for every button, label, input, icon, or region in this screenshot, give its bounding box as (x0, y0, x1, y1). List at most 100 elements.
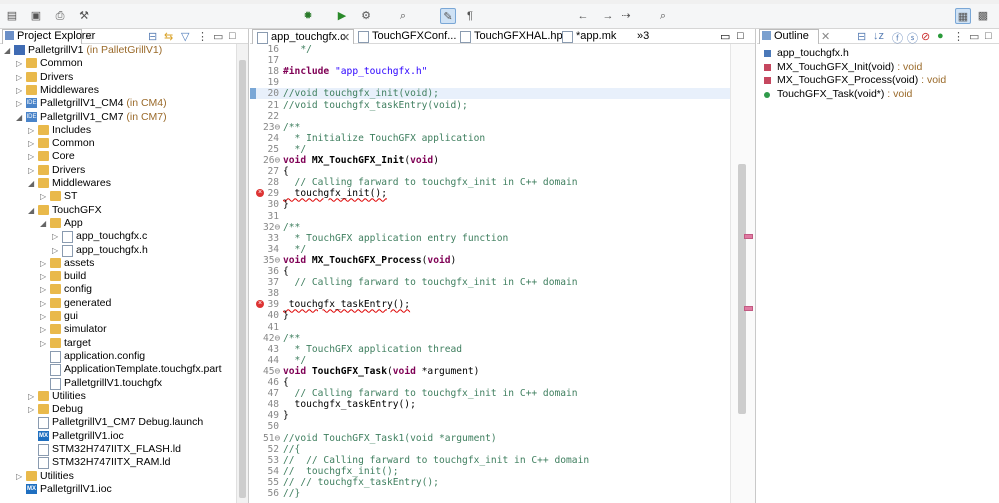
code-line[interactable]: 22 (250, 111, 731, 122)
code-line[interactable]: 54 // touchgfx_init(); (250, 466, 731, 477)
maximize-icon[interactable]: □ (985, 30, 992, 42)
debug-icon[interactable]: ✹ (300, 8, 316, 24)
code-line[interactable]: 45⊖ void TouchGFX_Task(void *argument) (250, 366, 731, 377)
minimize-icon[interactable]: ▭ (969, 30, 979, 43)
code-line[interactable]: 16 */ (250, 44, 731, 55)
code-line[interactable]: × 29 touchgfx_init(); (250, 188, 731, 199)
editor-tab[interactable]: app_touchgfx.c ✕ (252, 29, 354, 44)
collapsed-chevron-icon[interactable]: ▷ (40, 283, 48, 296)
collapsed-chevron-icon[interactable]: ▷ (16, 97, 24, 110)
code-line[interactable]: 37 // Calling farward to touchgfx_init i… (250, 277, 731, 288)
collapsed-chevron-icon[interactable]: ▷ (28, 390, 36, 403)
outline-item[interactable]: TouchGFX_Task(void*) : void (764, 88, 912, 101)
collapsed-chevron-icon[interactable]: ▷ (28, 403, 36, 416)
code-line[interactable]: 21 //void touchgfx_taskEntry(void); (250, 100, 731, 111)
new-icon[interactable]: ▤ (4, 8, 20, 24)
code-line[interactable]: 56 //} (250, 488, 731, 499)
editor-tab[interactable]: *app.mk (558, 29, 618, 43)
collapsed-chevron-icon[interactable]: ▷ (28, 137, 36, 150)
expanded-chevron-icon[interactable]: ◢ (16, 111, 24, 124)
collapsed-chevron-icon[interactable]: ▷ (40, 270, 48, 283)
collapsed-chevron-icon[interactable]: ▷ (16, 71, 24, 84)
code-line[interactable]: 42⊖/** (250, 333, 731, 344)
code-line[interactable]: 28 // Calling farward to touchgfx_init i… (250, 177, 731, 188)
code-line[interactable]: 41 (250, 322, 731, 333)
code-line[interactable]: 44 */ (250, 355, 731, 366)
code-line[interactable]: 49} (250, 410, 731, 421)
collapsed-chevron-icon[interactable]: ▷ (40, 337, 48, 350)
close-tab-icon[interactable]: ✕ (341, 31, 350, 44)
collapsed-chevron-icon[interactable]: ▷ (28, 164, 36, 177)
code-line[interactable]: 34 */ (250, 244, 731, 255)
expanded-chevron-icon[interactable]: ◢ (28, 204, 36, 217)
perspective-c-icon[interactable]: ▩ (975, 8, 991, 24)
code-line[interactable]: 35⊖ void MX_TouchGFX_Process(void) (250, 255, 731, 266)
outline-item[interactable]: app_touchgfx.h (764, 47, 849, 60)
quick-access-icon[interactable]: ⌕ (655, 8, 671, 24)
editor-tab[interactable]: TouchGFXHAL.hpp (456, 29, 569, 43)
close-view-icon[interactable]: ✕ (821, 30, 830, 43)
outline-item[interactable]: MX_TouchGFX_Init(void) : void (764, 61, 922, 74)
code-line[interactable]: 43 * TouchGFX application thread (250, 344, 731, 355)
explorer-scroll-thumb[interactable] (239, 60, 246, 498)
hide-static-icon[interactable]: ⓢ (907, 30, 918, 46)
code-line[interactable]: 18 #include "app_touchgfx.h" (250, 66, 731, 77)
code-line[interactable]: 17 (250, 55, 731, 66)
collapsed-chevron-icon[interactable]: ▷ (16, 470, 24, 483)
external-tools-icon[interactable]: ⚙ (358, 8, 374, 24)
minimize-icon[interactable]: ▭ (720, 30, 730, 43)
code-line[interactable]: × 39 touchgfx_taskEntry(); (250, 299, 731, 310)
view-menu-icon[interactable]: ⋮ (197, 30, 208, 43)
collapse-all-icon[interactable]: ⊟ (148, 30, 157, 43)
code-line[interactable]: 20 //void touchgfx_init(void); (250, 88, 731, 100)
code-line[interactable]: 50 (250, 421, 731, 432)
code-line[interactable]: 38 (250, 288, 731, 299)
sort-icon[interactable]: ↓z (873, 30, 884, 42)
run-icon[interactable]: ▶ (334, 8, 350, 24)
error-marker[interactable] (744, 306, 753, 311)
collapsed-chevron-icon[interactable]: ▷ (52, 244, 60, 257)
collapsed-chevron-icon[interactable]: ▷ (40, 190, 48, 203)
close-view-icon[interactable]: ✕ (84, 30, 93, 43)
code-line[interactable]: 19 (250, 77, 731, 88)
hide-fields-icon[interactable]: ⓕ (892, 30, 903, 46)
code-line[interactable]: 25 */ (250, 144, 731, 155)
save-icon[interactable]: ▣ (28, 8, 44, 24)
collapsed-chevron-icon[interactable]: ▷ (52, 230, 60, 243)
link-editor-icon[interactable]: ⇆ (164, 30, 173, 43)
hide-nonpublic-icon[interactable]: ⊘ (921, 30, 930, 43)
collapse-all-icon[interactable]: ⊟ (857, 30, 866, 43)
view-menu-icon[interactable]: ⋮ (953, 30, 964, 43)
pin-icon[interactable]: ⇢ (618, 8, 634, 24)
code-line[interactable]: 33 * TouchGFX application entry function (250, 233, 731, 244)
filter-icon[interactable]: ▽ (181, 30, 189, 43)
code-line[interactable]: 51⊖//void TouchGFX_Task1(void *argument) (250, 433, 731, 444)
print-icon[interactable]: ⎙ (52, 8, 68, 24)
collapsed-chevron-icon[interactable]: ▷ (40, 323, 48, 336)
code-line[interactable]: 36 { (250, 266, 731, 277)
code-line[interactable]: 53 // // Calling farward to touchgfx_init… (250, 455, 731, 466)
explorer-scrollbar[interactable] (236, 44, 248, 503)
code-line[interactable]: 31 (250, 211, 731, 222)
editor-tab[interactable]: »3 (635, 29, 655, 43)
search-icon[interactable]: ⌕ (395, 8, 411, 24)
maximize-icon[interactable]: □ (737, 30, 744, 42)
hide-local-types-icon[interactable]: ● (937, 30, 944, 42)
perspective-icon[interactable]: ▦ (955, 8, 971, 24)
error-marker[interactable] (744, 234, 753, 239)
annotation-icon[interactable]: ¶ (462, 8, 478, 24)
editor-scroll-thumb[interactable] (738, 164, 746, 414)
expanded-chevron-icon[interactable]: ◢ (40, 217, 48, 230)
collapsed-chevron-icon[interactable]: ▷ (16, 57, 24, 70)
expanded-chevron-icon[interactable]: ◢ (28, 177, 36, 190)
code-line[interactable]: 27 { (250, 166, 731, 177)
code-area[interactable]: 16 */17 18 #include "app_touchgfx.h" 19 20//… (250, 44, 731, 503)
collapsed-chevron-icon[interactable]: ▷ (16, 84, 24, 97)
collapsed-chevron-icon[interactable]: ▷ (28, 150, 36, 163)
code-line[interactable]: 48 touchgfx_taskEntry(); (250, 399, 731, 410)
code-line[interactable]: 26⊖ void MX_TouchGFX_Init(void) (250, 155, 731, 166)
code-line[interactable]: 47 // Calling farward to touchgfx_init i… (250, 388, 731, 399)
code-line[interactable]: 30} (250, 199, 731, 210)
build-icon[interactable]: ⚒ (76, 8, 92, 24)
code-line[interactable]: 24 * Initialize TouchGFX application (250, 133, 731, 144)
